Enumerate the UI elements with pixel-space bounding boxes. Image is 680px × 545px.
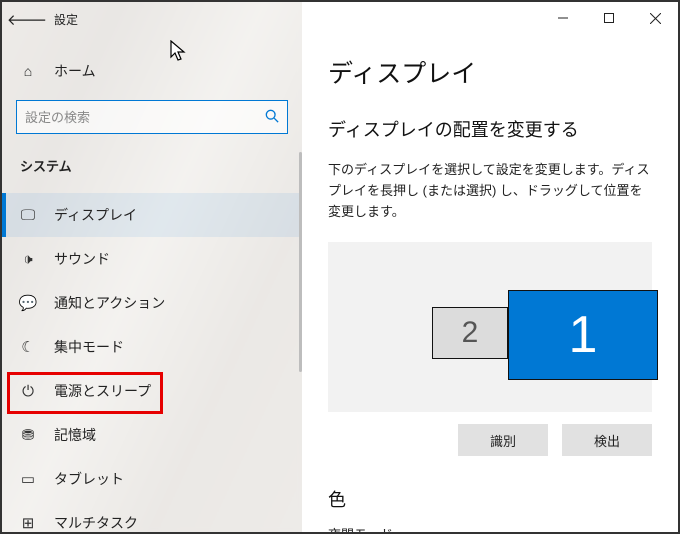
search-field[interactable] [25,110,265,125]
arrange-heading: ディスプレイの配置を変更する [328,116,652,142]
app-title: 設定 [54,11,78,28]
maximize-button[interactable] [586,2,632,34]
color-section-title: 色 [328,486,652,512]
power-icon: ⏻ [20,383,36,400]
sidebar-item-sound[interactable]: 🕩 サウンド [2,237,302,281]
night-mode-label: 夜間モード [328,524,652,532]
nav-label: タブレット [54,469,124,489]
sidebar-item-focus[interactable]: ☾ 集中モード [2,325,302,369]
monitor-2[interactable]: 2 [432,307,508,359]
nav-label: 集中モード [54,337,124,357]
display-icon: 🖵 [20,207,36,224]
sidebar-item-storage[interactable]: ⛃ 記憶域 [2,413,302,457]
sidebar-item-notifications[interactable]: 💬 通知とアクション [2,281,302,325]
notify-icon: 💬 [20,294,36,312]
back-button[interactable]: 🡐 [10,2,44,36]
close-button[interactable] [632,2,678,34]
home-label: ホーム [54,61,96,81]
search-input[interactable] [16,100,288,134]
sound-icon: 🕩 [20,251,36,268]
display-arrangement-area[interactable]: 2 1 [328,242,652,412]
sidebar-item-power[interactable]: ⏻ 電源とスリープ [2,369,302,413]
nav-label: 通知とアクション [54,293,165,313]
nav-label: マルチタスク [54,513,138,533]
sidebar-item-tablet[interactable]: ▭ タブレット [2,457,302,501]
nav-label: 記憶域 [54,425,96,445]
sidebar-item-display[interactable]: 🖵 ディスプレイ [2,193,302,237]
detect-button[interactable]: 検出 [562,424,652,456]
storage-icon: ⛃ [20,426,36,444]
sidebar-item-home[interactable]: ⌂ ホーム [2,52,302,90]
sidebar-item-multitask[interactable]: ⊞ マルチタスク [2,501,302,545]
home-icon: ⌂ [20,63,36,79]
sidebar-scrollbar[interactable] [299,152,302,372]
multitask-icon: ⊞ [20,514,36,532]
nav-label: ディスプレイ [54,205,137,225]
identify-button[interactable]: 識別 [458,424,548,456]
focus-icon: ☾ [20,338,36,356]
page-title: ディスプレイ [328,54,652,90]
category-title: システム [2,156,302,175]
nav-label: 電源とスリープ [54,381,151,401]
nav-label: サウンド [54,249,110,269]
tablet-icon: ▭ [20,470,36,488]
minimize-button[interactable] [540,2,586,34]
arrange-description: 下のディスプレイを選択して設定を変更します。ディスプレイを長押し (または選択)… [328,160,652,222]
sidebar-nav: 🖵 ディスプレイ 🕩 サウンド 💬 通知とアクション ☾ 集中モード ⏻ 電源と… [2,193,302,545]
search-icon [265,109,279,126]
monitor-1[interactable]: 1 [508,290,658,380]
